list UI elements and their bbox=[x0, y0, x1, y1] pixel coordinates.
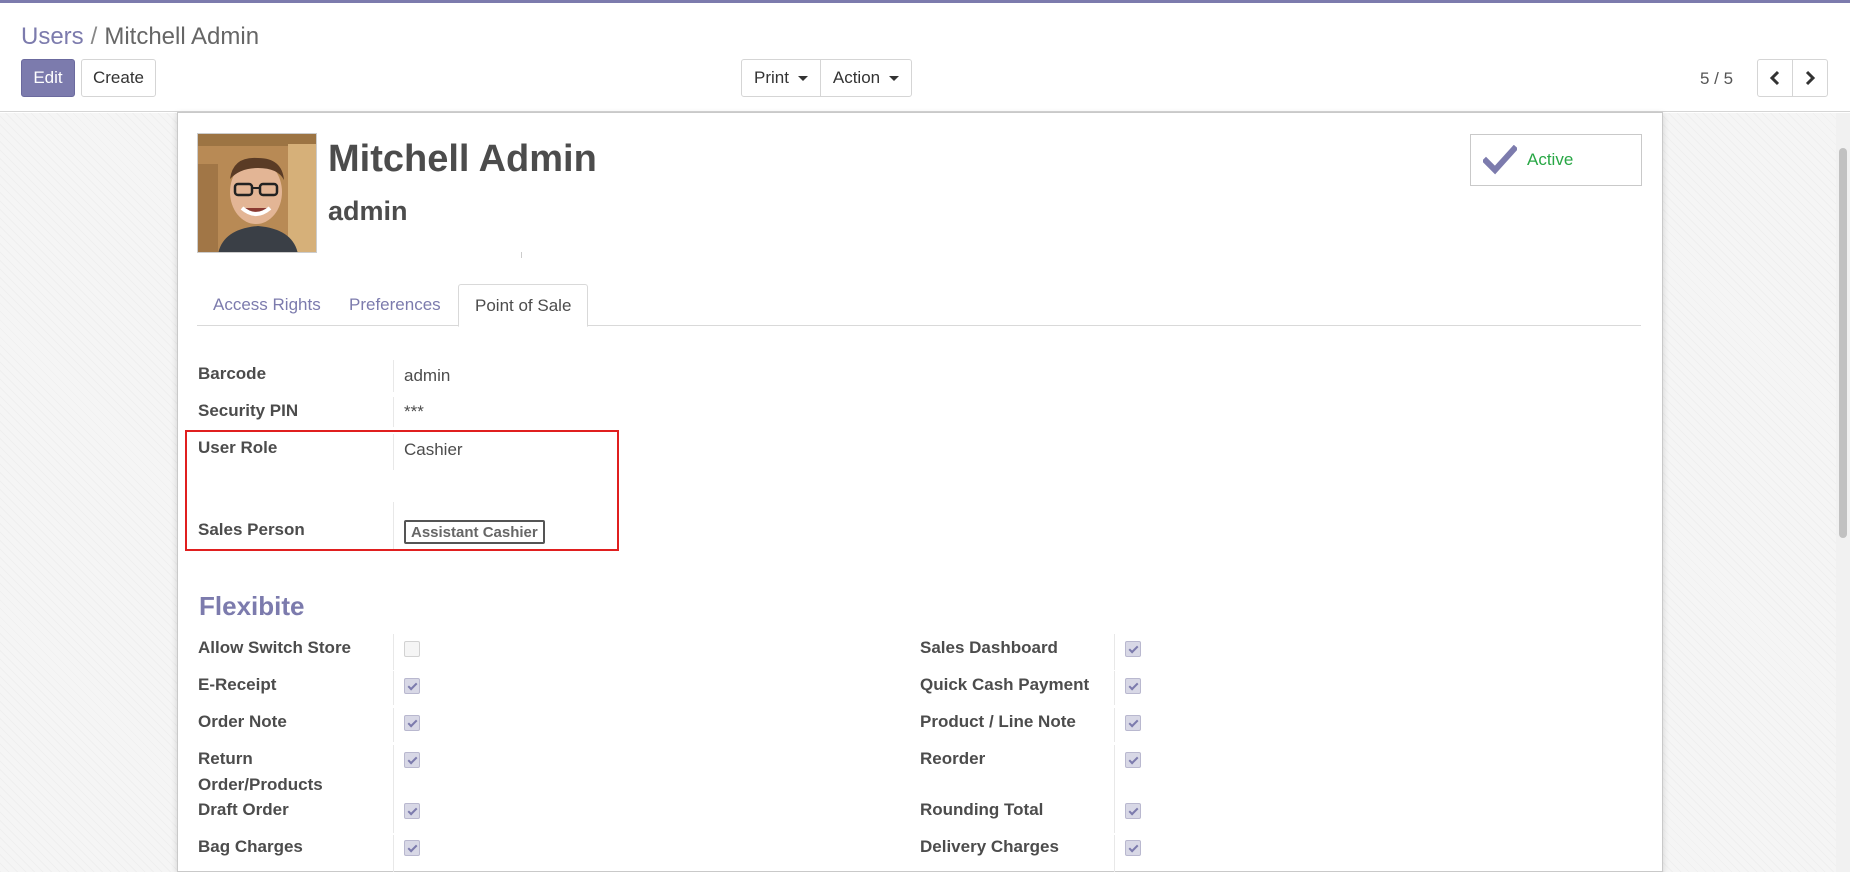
e-receipt-checkbox[interactable] bbox=[404, 678, 420, 694]
pager-previous-button[interactable] bbox=[1757, 59, 1793, 97]
bag-charges-label: Bag Charges bbox=[198, 837, 303, 856]
reorder-checkbox[interactable] bbox=[1125, 752, 1141, 768]
field-divider bbox=[393, 745, 394, 801]
field-divider bbox=[1114, 708, 1115, 742]
draft-order-label: Draft Order bbox=[198, 800, 289, 819]
rounding-total-label: Rounding Total bbox=[920, 800, 1044, 819]
delivery-charges-label: Delivery Charges bbox=[920, 837, 1059, 856]
print-label: Print bbox=[754, 68, 789, 87]
field-divider bbox=[393, 835, 394, 872]
divider bbox=[521, 252, 522, 258]
security-pin-value: *** bbox=[404, 402, 424, 421]
notebook-tabs: Access Rights Preferences Point of Sale bbox=[197, 284, 1641, 327]
pager-next-button[interactable] bbox=[1792, 59, 1828, 97]
order-note-checkbox[interactable] bbox=[404, 715, 420, 731]
section-title-flexibite: Flexibite bbox=[199, 591, 305, 621]
field-divider bbox=[393, 397, 394, 427]
action-dropdown-button[interactable]: Action bbox=[820, 59, 912, 97]
barcode-value: admin bbox=[404, 366, 451, 385]
field-divider bbox=[393, 801, 394, 833]
return-order-products-label-line2: Order/Products bbox=[198, 775, 323, 794]
sales-dashboard-checkbox[interactable] bbox=[1125, 641, 1141, 657]
return-order-products-label: Return bbox=[198, 749, 253, 768]
security-pin-label: Security PIN bbox=[198, 401, 299, 420]
chevron-down-icon bbox=[889, 75, 900, 81]
field-divider bbox=[1114, 634, 1115, 670]
pager-value[interactable]: 5 / 5 bbox=[1700, 69, 1733, 89]
breadcrumb-users-link[interactable]: Users bbox=[21, 23, 84, 50]
active-status-button[interactable]: Active bbox=[1470, 134, 1642, 186]
sales-dashboard-label: Sales Dashboard bbox=[920, 638, 1058, 657]
chevron-down-icon bbox=[797, 75, 808, 81]
return-order-products-checkbox[interactable] bbox=[404, 752, 420, 768]
field-divider bbox=[1114, 745, 1115, 801]
tab-point-of-sale[interactable]: Point of Sale bbox=[458, 284, 589, 327]
tab-access-rights[interactable]: Access Rights bbox=[197, 284, 337, 326]
allow-switch-store-checkbox[interactable] bbox=[404, 641, 420, 657]
create-button[interactable]: Create bbox=[81, 59, 156, 97]
product-line-note-label: Product / Line Note bbox=[920, 712, 1076, 731]
field-divider bbox=[1114, 835, 1115, 872]
barcode-label: Barcode bbox=[198, 364, 267, 383]
user-login: admin bbox=[328, 196, 408, 226]
field-divider bbox=[1114, 671, 1115, 705]
user-name: Mitchell Admin bbox=[328, 138, 597, 180]
field-divider bbox=[393, 671, 394, 705]
tab-preferences[interactable]: Preferences bbox=[333, 284, 457, 326]
rounding-total-checkbox[interactable] bbox=[1125, 803, 1141, 819]
check-icon bbox=[1483, 145, 1517, 175]
delivery-charges-checkbox[interactable] bbox=[1125, 840, 1141, 856]
scrollbar-thumb[interactable] bbox=[1839, 148, 1847, 538]
breadcrumb: Users / Mitchell Admin bbox=[21, 23, 259, 51]
breadcrumb-separator: / bbox=[90, 23, 98, 50]
quick-cash-payment-checkbox[interactable] bbox=[1125, 678, 1141, 694]
e-receipt-label: E-Receipt bbox=[198, 675, 277, 694]
quick-cash-payment-label: Quick Cash Payment bbox=[920, 675, 1090, 694]
edit-button[interactable]: Edit bbox=[21, 59, 75, 97]
chevron-right-icon bbox=[1805, 70, 1816, 86]
order-note-label: Order Note bbox=[198, 712, 287, 731]
draft-order-checkbox[interactable] bbox=[404, 803, 420, 819]
bag-charges-checkbox[interactable] bbox=[404, 840, 420, 856]
allow-switch-store-label: Allow Switch Store bbox=[198, 638, 352, 657]
field-divider bbox=[393, 708, 394, 742]
chevron-left-icon bbox=[1769, 70, 1780, 86]
control-panel: Users / Mitchell Admin Edit Create Print A… bbox=[0, 3, 1850, 112]
print-dropdown-button[interactable]: Print bbox=[741, 59, 821, 97]
product-line-note-checkbox[interactable] bbox=[1125, 715, 1141, 731]
reorder-label: Reorder bbox=[920, 749, 986, 768]
breadcrumb-current: Mitchell Admin bbox=[104, 23, 260, 50]
field-divider bbox=[393, 634, 394, 670]
user-avatar[interactable] bbox=[197, 133, 317, 253]
field-divider bbox=[1114, 801, 1115, 833]
action-label: Action bbox=[832, 68, 881, 87]
active-status-label: Active bbox=[1527, 150, 1574, 169]
user-photo bbox=[198, 134, 316, 252]
vertical-scrollbar[interactable] bbox=[1836, 113, 1850, 872]
highlight-box bbox=[185, 430, 619, 551]
field-divider bbox=[393, 360, 394, 392]
